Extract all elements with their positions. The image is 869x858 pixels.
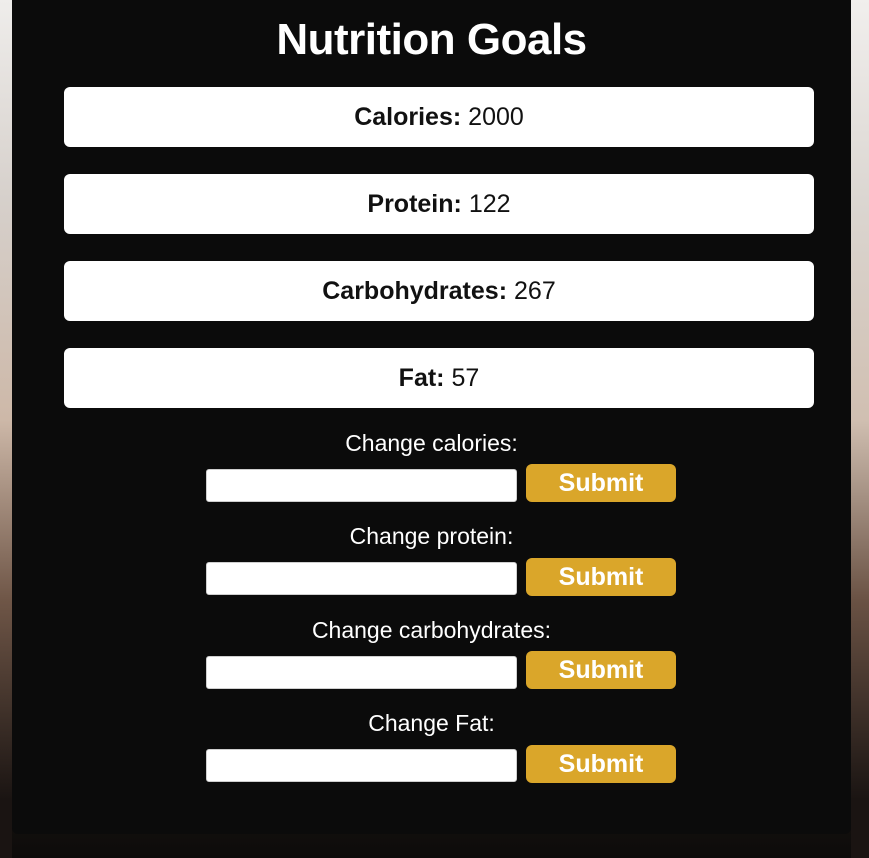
- carbohydrates-goal-value: 267: [514, 276, 556, 305]
- fat-goal-label: Fat:: [398, 363, 445, 392]
- background-edge-left: [0, 0, 12, 858]
- fat-goal-card: Fat: 57: [64, 348, 814, 408]
- carbohydrates-input[interactable]: [206, 656, 517, 689]
- nutrition-goals-panel: Nutrition Goals Calories: 2000 Protein: …: [12, 0, 851, 834]
- change-fat-label: Change Fat:: [368, 710, 495, 736]
- submit-carbohydrates-button[interactable]: Submit: [526, 651, 676, 689]
- change-carbohydrates-label: Change carbohydrates:: [311, 617, 552, 643]
- protein-input[interactable]: [206, 562, 517, 595]
- calories-goal-value: 2000: [468, 102, 524, 131]
- calories-goal-label: Calories:: [354, 102, 462, 131]
- protein-goal-label: Protein:: [367, 189, 462, 218]
- change-protein-label: Change protein:: [349, 523, 514, 549]
- protein-goal-value: 122: [468, 189, 511, 218]
- change-calories-label: Change calories:: [345, 430, 518, 456]
- calories-input[interactable]: [206, 469, 517, 502]
- calories-goal-card: Calories: 2000: [64, 87, 814, 147]
- page-title: Nutrition Goals: [276, 15, 587, 64]
- carbohydrates-goal-card: Carbohydrates: 267: [64, 261, 814, 321]
- submit-protein-button[interactable]: Submit: [526, 558, 676, 596]
- protein-goal-card: Protein: 122: [64, 174, 814, 234]
- submit-calories-button[interactable]: Submit: [526, 464, 676, 502]
- fat-goal-value: 57: [451, 363, 480, 392]
- background-edge-right: [851, 0, 869, 858]
- carbohydrates-goal-label: Carbohydrates:: [322, 276, 508, 305]
- fat-input[interactable]: [206, 749, 517, 782]
- submit-fat-button[interactable]: Submit: [526, 745, 676, 783]
